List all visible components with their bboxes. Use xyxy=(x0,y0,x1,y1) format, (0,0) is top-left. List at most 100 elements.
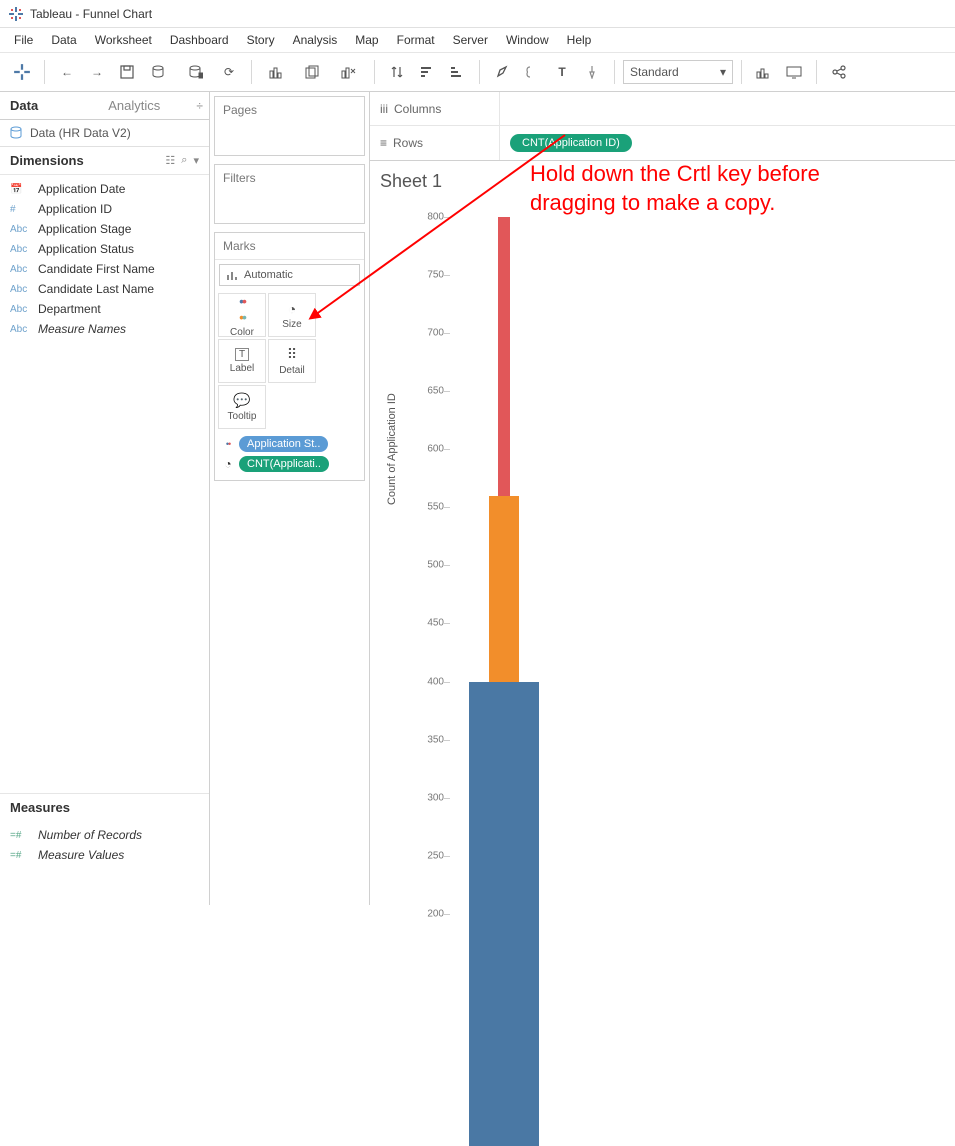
bar-segment[interactable] xyxy=(498,217,510,496)
measure-icon: =# xyxy=(10,830,32,841)
clear-button[interactable] xyxy=(332,58,366,86)
size-small-icon: ◔ xyxy=(221,457,235,471)
swap-button[interactable] xyxy=(383,58,411,86)
duplicate-button[interactable] xyxy=(296,58,330,86)
sort-desc-button[interactable] xyxy=(443,58,471,86)
y-tick: 200 xyxy=(427,908,444,919)
bar-segment[interactable] xyxy=(489,496,519,682)
bar-segment[interactable] xyxy=(469,682,539,1146)
label-button[interactable]: T xyxy=(548,58,576,86)
menu-file[interactable]: File xyxy=(6,31,41,49)
datasource-label: Data (HR Data V2) xyxy=(30,126,131,140)
marks-card: Marks Automatic ••••Color ◔Size TLabel ⠿… xyxy=(214,232,365,481)
measure-icon: =# xyxy=(10,850,32,861)
refresh-button[interactable]: ⟳ xyxy=(215,58,243,86)
y-tick: 700 xyxy=(427,328,444,339)
dimension-field[interactable]: AbcCandidate First Name xyxy=(0,259,209,279)
titlebar: Tableau - Funnel Chart xyxy=(0,0,955,28)
dimension-field[interactable]: AbcMeasure Names xyxy=(0,319,209,339)
rows-shelf[interactable]: ≡ Rows CNT(Application ID) xyxy=(370,126,955,160)
size-icon: ◔ xyxy=(288,301,296,317)
annotation-text: Hold down the Crtl key before dragging t… xyxy=(530,160,890,217)
forward-button[interactable]: → xyxy=(83,58,111,86)
mark-type-dropdown[interactable]: Automatic xyxy=(219,264,360,286)
menu-window[interactable]: Window xyxy=(498,31,557,49)
data-pane: Data Analytics ÷ Data (HR Data V2) Dimen… xyxy=(0,92,210,905)
dimensions-header: Dimensions xyxy=(10,153,84,168)
fit-dropdown[interactable]: Standard▾ xyxy=(623,60,733,84)
mark-color[interactable]: ••••Color xyxy=(218,293,266,337)
menu-map[interactable]: Map xyxy=(347,31,386,49)
detail-icon: ⠿ xyxy=(287,346,297,363)
datasource-icon xyxy=(10,126,24,140)
y-tick: 500 xyxy=(427,560,444,571)
tab-analytics[interactable]: Analytics xyxy=(98,92,196,119)
tableau-icon[interactable] xyxy=(8,58,36,86)
measure-field[interactable]: =#Measure Values xyxy=(0,845,209,865)
menu-story[interactable]: Story xyxy=(239,31,283,49)
columns-shelf[interactable]: iii Columns xyxy=(370,92,955,126)
tab-data[interactable]: Data xyxy=(0,92,98,119)
tab-collapse-icon[interactable]: ÷ xyxy=(196,92,209,119)
columns-label: Columns xyxy=(394,102,441,116)
dimension-field[interactable]: AbcApplication Status xyxy=(0,239,209,259)
menubar: File Data Worksheet Dashboard Story Anal… xyxy=(0,28,955,52)
menu-help[interactable]: Help xyxy=(559,31,600,49)
dimension-field[interactable]: #Application ID xyxy=(0,199,209,219)
mark-tooltip[interactable]: 💬Tooltip xyxy=(218,385,266,429)
measures-header: Measures xyxy=(0,793,209,821)
tableau-logo-icon xyxy=(8,6,24,22)
y-axis-label: Count of Application ID xyxy=(386,393,398,505)
menu-worksheet[interactable]: Worksheet xyxy=(87,31,160,49)
y-tick: 400 xyxy=(427,676,444,687)
y-tick: 550 xyxy=(427,502,444,513)
new-datasource-button[interactable] xyxy=(143,58,177,86)
dimension-field[interactable]: 📅Application Date xyxy=(0,179,209,199)
mark-label[interactable]: TLabel xyxy=(218,339,266,383)
mark-detail[interactable]: ⠿Detail xyxy=(268,339,316,383)
menu-format[interactable]: Format xyxy=(389,31,443,49)
filters-card[interactable]: Filters xyxy=(214,164,365,224)
label-icon: T xyxy=(235,348,249,361)
num-icon: # xyxy=(10,204,32,215)
rows-pill[interactable]: CNT(Application ID) xyxy=(510,134,632,152)
group-button[interactable] xyxy=(518,58,546,86)
rows-icon: ≡ xyxy=(380,136,387,150)
menu-analysis[interactable]: Analysis xyxy=(285,31,346,49)
presentation-button[interactable] xyxy=(780,58,808,86)
color-icon: •••• xyxy=(239,293,245,325)
abc-icon: Abc xyxy=(10,244,32,255)
search-icon[interactable]: ⌕ xyxy=(181,154,187,167)
sort-asc-button[interactable] xyxy=(413,58,441,86)
pages-card[interactable]: Pages xyxy=(214,96,365,156)
toolbar: ← → ⟳ T Standard▾ xyxy=(0,52,955,92)
rows-label: Rows xyxy=(393,136,423,150)
dimension-field[interactable]: AbcCandidate Last Name xyxy=(0,279,209,299)
menu-dashboard[interactable]: Dashboard xyxy=(162,31,237,49)
highlight-button[interactable] xyxy=(488,58,516,86)
pause-button[interactable] xyxy=(179,58,213,86)
columns-icon: iii xyxy=(380,102,388,116)
mark-pill-size[interactable]: ◔ CNT(Applicati.. xyxy=(221,456,358,472)
cards-column: Pages Filters Marks Automatic ••••Color … xyxy=(210,92,370,905)
view-icon[interactable]: ☷ xyxy=(165,154,175,167)
mark-size[interactable]: ◔Size xyxy=(268,293,316,337)
share-button[interactable] xyxy=(825,58,853,86)
menu-caret-icon[interactable]: ▾ xyxy=(193,154,199,167)
showhide-button[interactable] xyxy=(750,58,778,86)
menu-data[interactable]: Data xyxy=(43,31,84,49)
new-sheet-button[interactable] xyxy=(260,58,294,86)
color-dots-icon: •• xyxy=(221,439,235,449)
dimension-field[interactable]: AbcDepartment xyxy=(0,299,209,319)
menu-server[interactable]: Server xyxy=(445,31,496,49)
back-button[interactable]: ← xyxy=(53,58,81,86)
mark-pill-color[interactable]: •• Application St.. xyxy=(221,436,358,452)
chart-area: Count of Application ID 2002503003504004… xyxy=(390,217,955,905)
measure-field[interactable]: =#Number of Records xyxy=(0,825,209,845)
pin-button[interactable] xyxy=(578,58,606,86)
save-button[interactable] xyxy=(113,58,141,86)
y-tick: 250 xyxy=(427,850,444,861)
datasource-row[interactable]: Data (HR Data V2) xyxy=(0,120,209,147)
abc-icon: Abc xyxy=(10,284,32,295)
dimension-field[interactable]: AbcApplication Stage xyxy=(0,219,209,239)
